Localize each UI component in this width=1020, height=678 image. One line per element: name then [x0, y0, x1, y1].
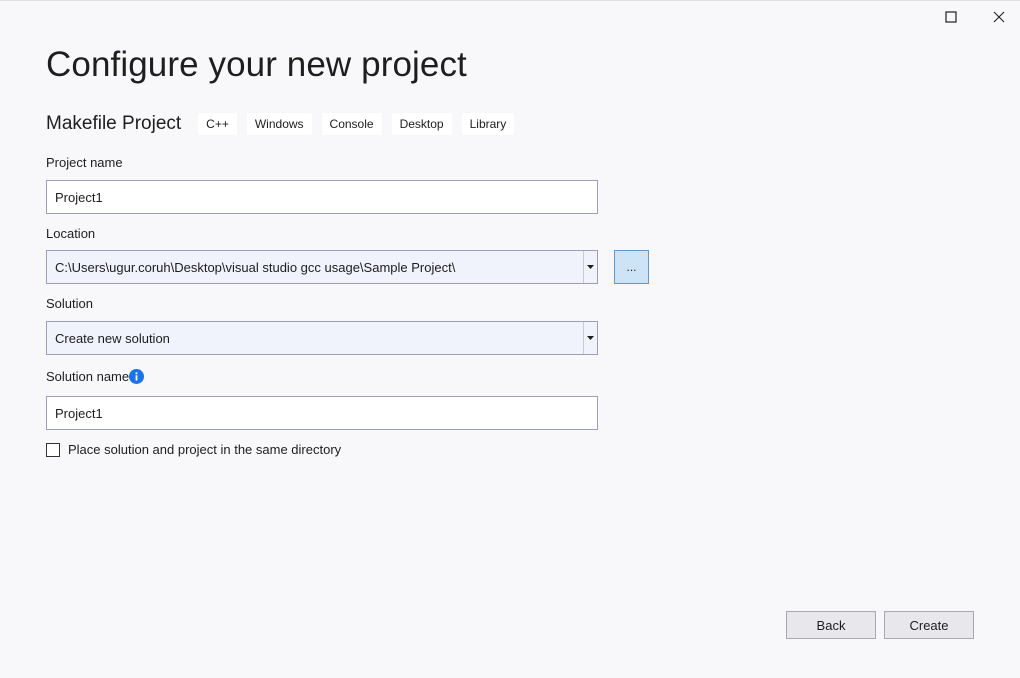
project-name-input[interactable]: [46, 180, 598, 214]
solution-name-input[interactable]: [46, 396, 598, 430]
create-button[interactable]: Create: [884, 611, 974, 639]
same-directory-option[interactable]: Place solution and project in the same d…: [46, 442, 341, 457]
browse-button[interactable]: ...: [614, 250, 649, 284]
same-directory-label: Place solution and project in the same d…: [68, 442, 342, 457]
configure-project-dialog: Configure your new project Makefile Proj…: [0, 0, 1020, 678]
info-icon[interactable]: [129, 369, 144, 384]
solution-label: Solution: [46, 296, 93, 311]
maximize-button[interactable]: [928, 1, 974, 33]
template-name: Makefile Project: [46, 113, 182, 134]
tag-console: Console: [321, 113, 382, 135]
maximize-icon: [945, 11, 957, 23]
location-label: Location: [46, 226, 96, 241]
solution-name-label: Solution name: [46, 369, 130, 384]
solution-dropdown-button[interactable]: [584, 322, 597, 354]
chevron-down-icon: [587, 265, 594, 269]
close-icon: [993, 11, 1005, 23]
tag-cpp: C++: [198, 113, 237, 135]
project-name-label: Project name: [46, 155, 123, 170]
location-combobox[interactable]: C:\Users\ugur.coruh\Desktop\visual studi…: [46, 250, 598, 284]
chevron-down-icon: [587, 336, 594, 340]
template-info: Makefile Project C++ Windows Console Des…: [46, 111, 524, 137]
location-value: C:\Users\ugur.coruh\Desktop\visual studi…: [55, 259, 456, 275]
solution-combobox[interactable]: Create new solution: [46, 321, 598, 355]
tag-windows: Windows: [246, 113, 312, 135]
same-directory-checkbox[interactable]: [46, 442, 60, 457]
solution-value: Create new solution: [55, 330, 170, 346]
close-button[interactable]: [976, 1, 1020, 33]
back-button[interactable]: Back: [786, 611, 876, 639]
page-title: Configure your new project: [46, 45, 467, 84]
tag-desktop: Desktop: [391, 113, 452, 135]
tag-library: Library: [461, 113, 515, 135]
location-dropdown-button[interactable]: [584, 251, 597, 283]
